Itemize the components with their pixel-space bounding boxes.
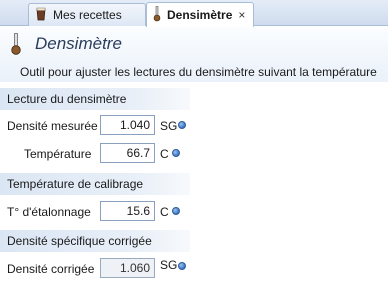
temperature-label: Température — [24, 147, 92, 161]
calibration-temp-unit: C — [160, 205, 169, 219]
tool-header: Densimètre Outil pour ajuster les lectur… — [0, 27, 388, 82]
section-header-calibration: Température de calibrage — [0, 173, 190, 195]
tab-mes-recettes[interactable]: Mes recettes — [28, 3, 146, 26]
tab-label: Mes recettes — [53, 8, 122, 22]
info-dot-icon[interactable] — [172, 149, 180, 157]
corrected-density-label: Densité corrigée — [7, 262, 95, 276]
hydrometer-icon — [10, 33, 22, 58]
page-title: Densimètre — [35, 34, 122, 53]
info-dot-icon[interactable] — [172, 207, 180, 215]
corrected-density-output: 1.060 — [100, 258, 155, 278]
corrected-density-unit: SG — [160, 258, 178, 272]
tab-densimetre[interactable]: Densimètre × — [146, 2, 254, 27]
info-dot-icon[interactable] — [178, 121, 186, 129]
temperature-unit: C — [160, 147, 169, 161]
tab-bar: Mes recettes Densimètre × — [0, 0, 388, 27]
page-subtitle: Outil pour ajuster les lectures du densi… — [20, 65, 377, 79]
section-header-corrected: Densité spécifique corrigée — [0, 230, 190, 252]
tab-label: Densimètre — [167, 8, 233, 22]
close-icon[interactable]: × — [238, 8, 245, 22]
measured-density-input[interactable]: 1.040 — [100, 115, 155, 135]
measured-density-label: Densité mesurée — [7, 119, 98, 133]
section-header-reading: Lecture du densimètre — [0, 88, 190, 110]
temperature-input[interactable]: 66.7 — [100, 143, 155, 163]
calibration-temp-label: T° d'étalonnage — [7, 205, 91, 219]
calibration-temp-input[interactable]: 15.6 — [100, 201, 155, 221]
content-background — [190, 88, 388, 293]
hydrometer-icon — [153, 5, 161, 25]
beer-glass-icon — [35, 7, 47, 24]
info-dot-icon[interactable] — [178, 262, 186, 270]
measured-density-unit: SG — [160, 119, 178, 133]
